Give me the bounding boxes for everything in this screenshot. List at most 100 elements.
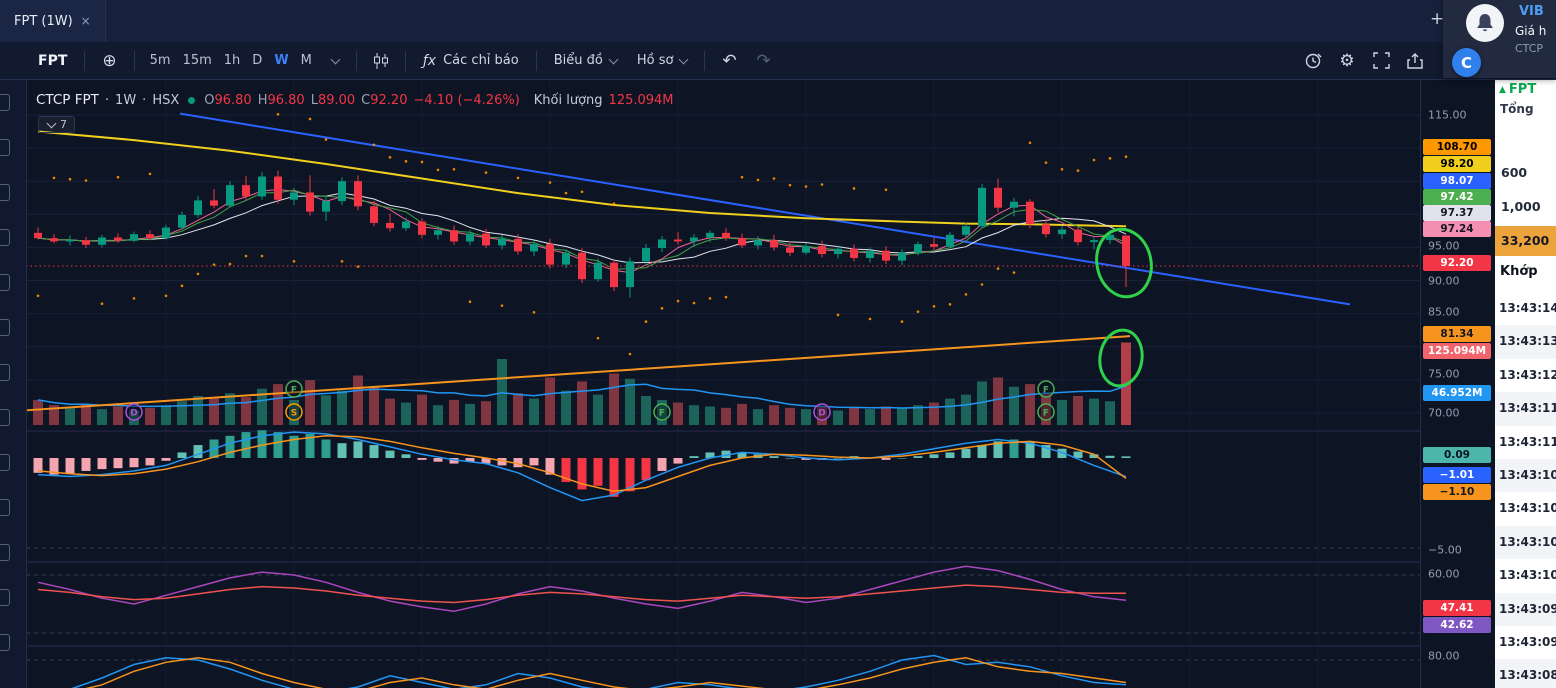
compare-button[interactable]: ⊕ — [94, 47, 124, 75]
drawing-tool-icon[interactable] — [0, 184, 10, 201]
axis-price-tag: 81.34 — [1423, 326, 1491, 342]
svg-text:F: F — [291, 386, 297, 396]
matched-trades-list[interactable]: 13:43:14 13:43:13 13:43:12 13:43:11 13:43:11… — [1495, 292, 1556, 688]
share-button[interactable] — [1400, 47, 1430, 75]
axis-price-tag: −1.10 — [1423, 484, 1491, 500]
axis-price-tag: −1.01 — [1423, 467, 1491, 483]
matched-trades-header: Khớp — [1500, 264, 1538, 279]
undo-button[interactable]: ↶ — [714, 47, 744, 75]
volume-indicator-value: 125.094M — [608, 92, 674, 108]
chart-menu-button[interactable]: Biểu đồ — [546, 49, 625, 72]
axis-label: 75.00 — [1428, 367, 1460, 381]
indicators-button[interactable]: ƒx Các chỉ báo — [415, 49, 527, 73]
notification-company: CTCP — [1515, 42, 1544, 55]
trade-time-row: 13:43:10 — [1499, 568, 1556, 583]
axis-label: 115.00 — [1428, 108, 1467, 122]
trade-time-row: 13:43:10 — [1495, 458, 1556, 493]
axis-price-tag: 97.37 — [1423, 205, 1491, 221]
drawing-tool-icon[interactable] — [0, 634, 10, 651]
drawing-tool-icon[interactable] — [0, 229, 10, 246]
timeframe-button-5m[interactable]: 5m — [144, 49, 177, 72]
panel-total-label: Tổng — [1500, 102, 1534, 116]
svg-text:F: F — [1043, 409, 1049, 419]
drawing-tool-icon[interactable] — [0, 364, 10, 381]
fullscreen-icon — [1372, 52, 1390, 69]
drawing-tool-icon[interactable] — [0, 319, 10, 336]
collapsed-indicators-button[interactable]: 7 — [38, 116, 75, 133]
toolbar-separator — [404, 50, 406, 71]
trade-time-row: 13:43:10 — [1499, 501, 1556, 516]
volume-indicator-label[interactable]: Khối lượng — [534, 93, 603, 108]
axis-price-tag: 42.62 — [1423, 617, 1491, 633]
notification-subtitle: Giá h — [1515, 24, 1547, 38]
drawing-tool-icon[interactable] — [0, 589, 10, 606]
chart-tab-label: FPT (1W) — [14, 13, 73, 29]
legend-exchange: HSX — [152, 92, 180, 108]
drawing-tool-icon[interactable] — [0, 274, 10, 291]
toolbar-separator — [84, 50, 86, 71]
legend-separator: · — [104, 92, 110, 108]
drawing-tool-icon[interactable] — [0, 544, 10, 561]
broker-fab-button[interactable]: C — [1452, 48, 1481, 77]
symbol-button[interactable]: FPT — [30, 49, 75, 73]
settings-button[interactable]: ⚙ — [1332, 47, 1362, 75]
panel-symbol[interactable]: ▲ FPT — [1499, 82, 1536, 97]
timeframe-button-W[interactable]: W — [268, 49, 294, 72]
svg-text:S: S — [291, 409, 297, 419]
candlestick-icon — [373, 52, 388, 69]
axis-price-tag: 98.07 — [1423, 173, 1491, 189]
svg-text:F: F — [1043, 386, 1049, 396]
indicators-label: Các chỉ báo — [443, 53, 519, 68]
redo-button[interactable]: ↷ — [748, 47, 778, 75]
chart-legend: CTCP FPT · 1W · HSX O96.80 H96.80 L89.00… — [36, 92, 674, 108]
candles-layer — [34, 170, 1130, 298]
axis-price-tag: 97.24 — [1423, 221, 1491, 237]
price-axis[interactable]: 115.00 95.00 90.00 85.00 75.00 70.00 −5.00 60.0… — [1420, 80, 1496, 688]
bell-icon — [1477, 14, 1493, 32]
axis-label: 90.00 — [1428, 274, 1460, 288]
axis-label: −5.00 — [1428, 543, 1462, 557]
legend-separator: · — [142, 92, 147, 108]
fullscreen-button[interactable] — [1366, 47, 1396, 75]
fx-icon: ƒx — [422, 52, 437, 69]
trade-time-row: 13:43:14 — [1499, 301, 1556, 315]
tf-expand-button[interactable] — [322, 54, 347, 67]
legend-resolution[interactable]: 1W — [115, 93, 136, 108]
tab-close-icon[interactable]: × — [81, 14, 91, 28]
trade-time-row: 13:43:09 — [1499, 634, 1556, 649]
profile-menu-label: Hồ sơ — [636, 53, 674, 68]
chevron-down-icon — [608, 54, 619, 64]
toolbar-separator — [355, 50, 357, 71]
trade-time-row: 13:43:13 — [1495, 325, 1556, 359]
timeframe-button-15m[interactable]: 15m — [177, 49, 218, 72]
trade-time-row: 13:43:09 — [1495, 592, 1556, 626]
macd-layer — [33, 430, 1131, 497]
timeframe-button-M[interactable]: M — [295, 49, 318, 72]
compare-icon: ⊕ — [102, 50, 117, 71]
quote-panel: ▲ FPT Tổng 600 1,000 33,200 Khớp 13:43:14 1… — [1495, 0, 1556, 688]
drawing-toolbar — [0, 80, 27, 688]
trade-time-row: 13:43:12 — [1499, 367, 1556, 382]
legend-open-label: O — [204, 92, 215, 108]
timeframe-button-D[interactable]: D — [246, 49, 268, 72]
panel-value-row: 1,000 — [1501, 199, 1541, 214]
chevron-down-icon — [330, 54, 341, 64]
drawing-tool-icon[interactable] — [0, 139, 10, 156]
timeframe-button-1h[interactable]: 1h — [218, 49, 247, 72]
axis-label: 60.00 — [1428, 567, 1460, 581]
profile-menu-button[interactable]: Hồ sơ — [629, 49, 696, 72]
window-topbar: FPT (1W) × + — [0, 0, 1556, 42]
alert-clock-button[interactable] — [1298, 47, 1328, 75]
drawing-tool-icon[interactable] — [0, 454, 10, 471]
drawing-tool-icon[interactable] — [0, 94, 10, 111]
chart-toolbar: FPT ⊕ 5m 15m 1h D W M ƒx Các chỉ báo Biểu đồ … — [0, 42, 1556, 80]
chart-type-button[interactable] — [366, 47, 396, 75]
chart-tab[interactable]: FPT (1W) × — [0, 0, 106, 42]
drawing-tool-icon[interactable] — [0, 409, 10, 426]
collapsed-indicators-count: 7 — [60, 118, 67, 131]
legend-open-value: 96.80 — [214, 92, 252, 108]
drawing-tool-icon[interactable] — [0, 499, 10, 516]
chart-menu-label: Biểu đồ — [553, 53, 603, 68]
svg-text:F: F — [659, 409, 665, 419]
legend-symbol-name[interactable]: CTCP FPT — [36, 92, 99, 108]
